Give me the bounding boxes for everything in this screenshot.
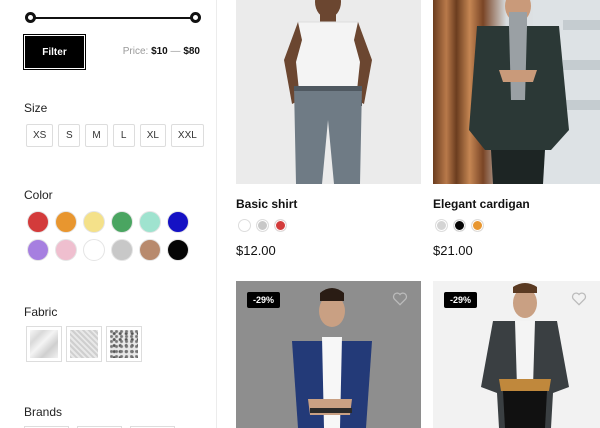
product-image-basic-shirt[interactable] [236,0,421,184]
color-swatch[interactable] [83,239,105,261]
heart-icon[interactable] [571,292,587,306]
discount-badge: -29% [247,292,281,308]
fabric-swatch-image [30,330,58,358]
price-range-label: Price: $10 — $80 [123,46,200,57]
model-photo [236,0,421,184]
size-option-xxl[interactable]: XXL [170,124,204,147]
price-max-handle[interactable] [190,12,201,23]
color-swatch[interactable] [83,211,105,233]
discount-badge: -29% [444,292,478,308]
product-color-swatch[interactable] [435,219,448,232]
color-swatch[interactable] [55,211,77,233]
size-title: Size [24,101,48,115]
fabric-options [26,326,142,362]
product-name[interactable]: Elegant cardigan [433,197,530,211]
color-options [27,211,197,261]
color-swatch[interactable] [139,239,161,261]
fabric-option-lace[interactable] [106,326,142,362]
fabric-option-knit[interactable] [66,326,102,362]
size-option-l[interactable]: L [112,124,135,147]
fabric-title: Fabric [24,305,58,319]
product-price: $21.00 [433,243,473,258]
color-swatch[interactable] [167,211,189,233]
price-prefix: Price: [122,46,149,57]
product-color-swatch[interactable] [471,219,484,232]
color-title: Color [24,188,53,202]
size-option-xl[interactable]: XL [139,124,166,147]
filter-sidebar: Filter Price: $10 — $80 Size XS S M L XL… [0,0,217,428]
model-photo [469,0,600,184]
price-range-track[interactable] [30,17,196,19]
product-color-swatch[interactable] [274,219,287,232]
product-image-elegant-cardigan[interactable] [433,0,600,184]
product-color-options [238,219,287,232]
color-swatch[interactable] [139,211,161,233]
product-color-options [435,219,484,232]
product-color-swatch[interactable] [256,219,269,232]
price-max-value: $80 [183,46,200,57]
product-price: $12.00 [236,243,276,258]
product-name[interactable]: Basic shirt [236,197,297,211]
fabric-swatch-image [110,330,138,358]
color-swatch[interactable] [111,211,133,233]
product-image-blazer[interactable]: -29% [236,281,421,428]
size-option-m[interactable]: M [85,124,108,147]
filter-button[interactable]: Filter [23,34,86,70]
heart-icon[interactable] [392,292,408,306]
color-swatch[interactable] [27,239,49,261]
product-color-swatch[interactable] [238,219,251,232]
product-image-denim-jacket[interactable]: -29% [433,281,600,428]
price-min-handle[interactable] [25,12,36,23]
size-option-s[interactable]: S [58,124,81,147]
size-option-xs[interactable]: XS [26,124,54,147]
product-color-swatch[interactable] [453,219,466,232]
fabric-swatch-image [70,330,98,358]
color-swatch[interactable] [111,239,133,261]
fabric-option-silk[interactable] [26,326,62,362]
color-swatch[interactable] [167,239,189,261]
brands-title: Brands [24,405,63,419]
price-min-value: $10 [151,46,168,57]
price-separator: — [170,46,181,57]
size-options: XS S M L XL XXL [26,124,204,147]
color-swatch[interactable] [27,211,49,233]
color-swatch[interactable] [55,239,77,261]
